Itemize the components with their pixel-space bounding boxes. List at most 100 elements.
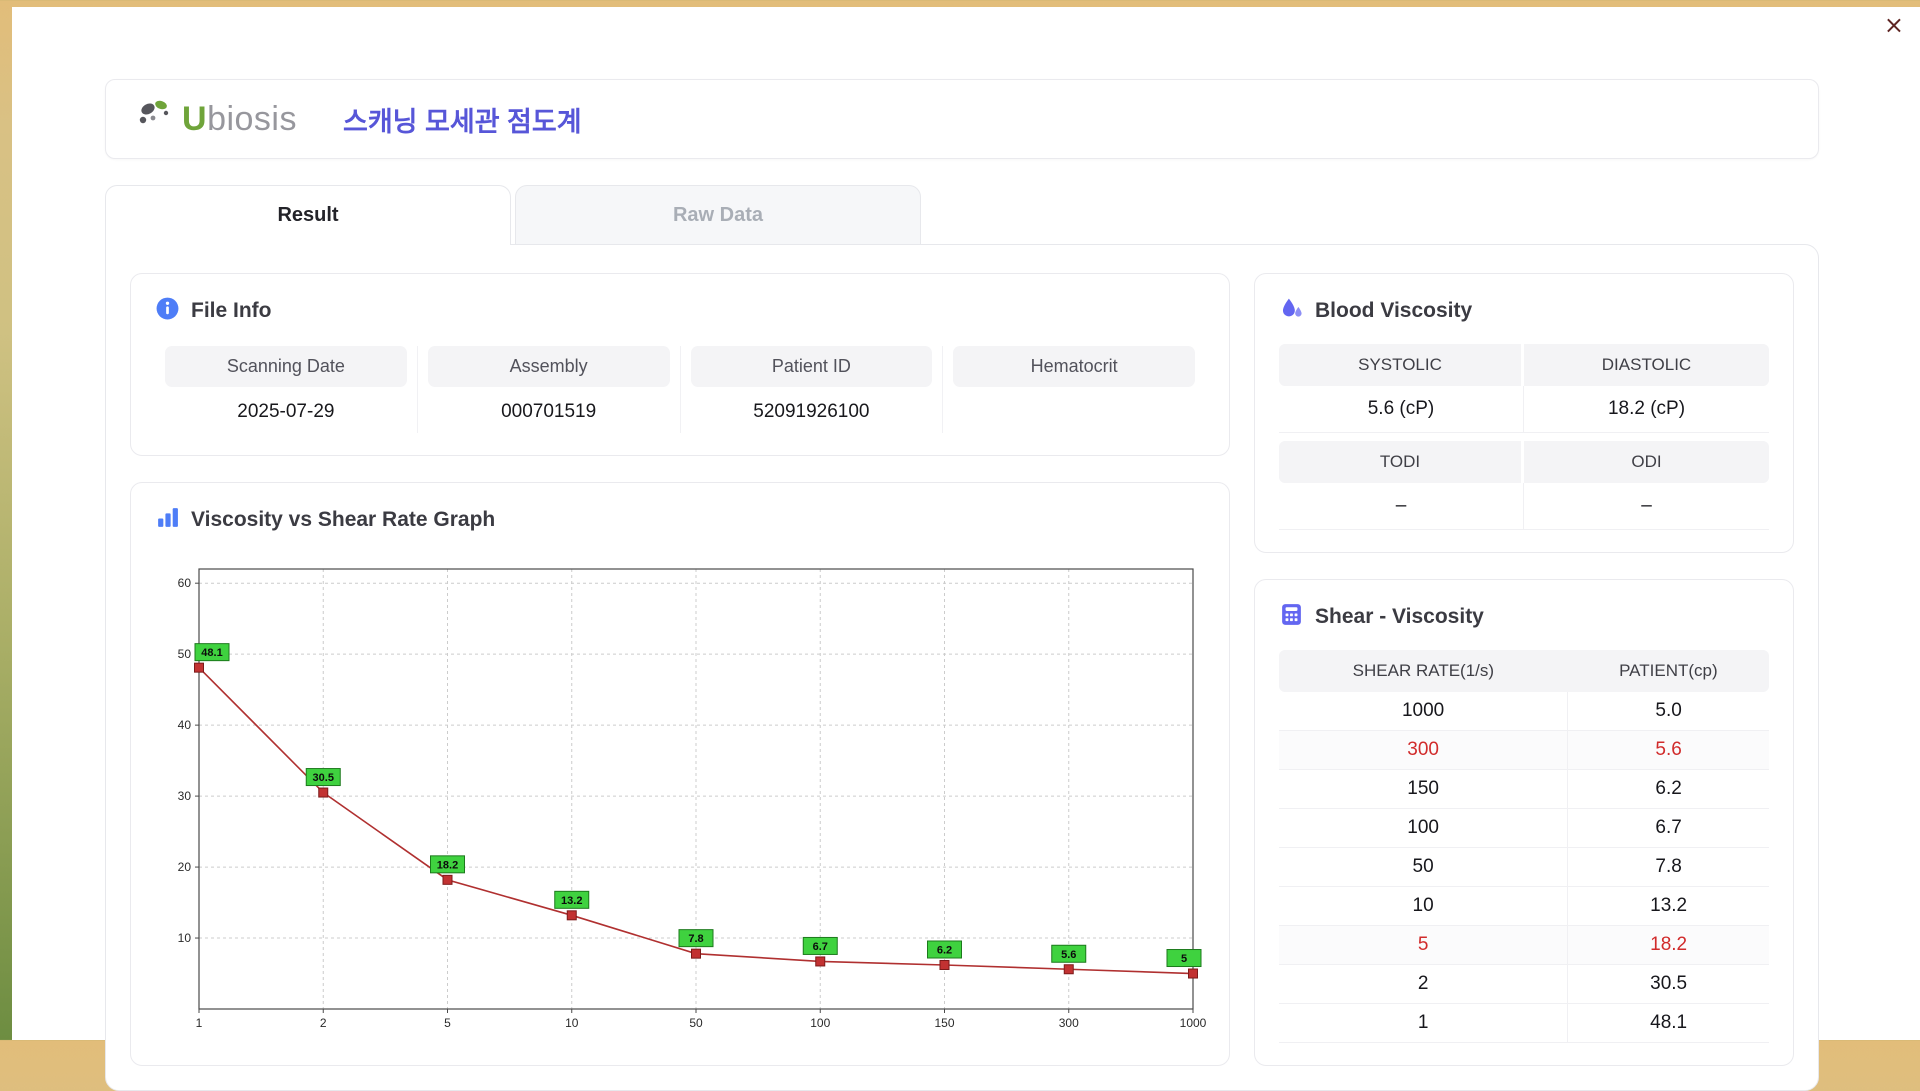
svg-text:100: 100 <box>810 1016 830 1030</box>
blood-viscosity-grid: SYSTOLIC DIASTOLIC 5.6 (cP) 18.2 (cP) TO… <box>1279 344 1769 530</box>
shear-rate-cell: 10 <box>1279 886 1569 926</box>
leaf-logo-icon <box>136 97 178 142</box>
table-row: 300 5.6 <box>1279 730 1769 770</box>
field-value: 52091926100 <box>753 401 870 422</box>
svg-text:20: 20 <box>178 860 192 874</box>
close-icon[interactable]: × <box>1884 13 1904 37</box>
svg-text:50: 50 <box>178 647 192 661</box>
svg-text:10: 10 <box>178 931 192 945</box>
info-icon <box>155 296 180 326</box>
systolic-header: SYSTOLIC <box>1279 344 1524 386</box>
shear-rate-cell: 100 <box>1279 808 1569 848</box>
patient-cell: 48.1 <box>1567 1003 1769 1043</box>
systolic-value: 5.6 (cP) <box>1279 386 1524 433</box>
svg-text:6.2: 6.2 <box>937 945 952 957</box>
todi-header: TODI <box>1279 441 1524 483</box>
shear-rate-cell: 300 <box>1279 730 1569 770</box>
patient-column-header: PATIENT(cp) <box>1567 650 1769 692</box>
table-row: 2 30.5 <box>1279 964 1769 1004</box>
svg-text:30.5: 30.5 <box>313 772 334 784</box>
patient-cell: 5.0 <box>1567 692 1769 731</box>
patient-cell: 7.8 <box>1567 847 1769 887</box>
table-row: 1000 5.0 <box>1279 692 1769 731</box>
file-info-title: File Info <box>191 299 272 322</box>
page-title: 스캐닝 모세관 점도계 <box>343 106 582 137</box>
patient-cell: 6.7 <box>1567 808 1769 848</box>
field-label: Assembly <box>427 346 670 387</box>
field-patient-id: Patient ID 52091926100 <box>681 346 944 433</box>
blood-viscosity-title: Blood Viscosity <box>1315 299 1473 322</box>
shear-rate-cell: 2 <box>1279 964 1569 1004</box>
shear-viscosity-title: Shear - Viscosity <box>1315 605 1484 628</box>
shear-rate-cell: 1 <box>1279 1003 1569 1043</box>
shear-rate-cell: 1000 <box>1279 692 1569 731</box>
main-container: Ubiosis 스캐닝 모세관 점도계 Result Raw Data File… <box>105 79 1819 1091</box>
svg-text:150: 150 <box>934 1016 954 1030</box>
table-header-row: SHEAR RATE(1/s) PATIENT(cp) <box>1279 650 1769 692</box>
brand-name: Ubiosis <box>182 99 297 138</box>
viscosity-chart-area: 10 20 30 40 50 60 1 2 5 10 50 100 150 300 1000 48.1 30.5… <box>155 551 1207 1041</box>
table-row: 50 7.8 <box>1279 847 1769 887</box>
svg-text:5: 5 <box>444 1016 451 1030</box>
table-row: 100 6.7 <box>1279 808 1769 848</box>
field-value <box>953 387 1195 433</box>
shear-rate-cell: 5 <box>1279 925 1569 965</box>
shear-rate-cell: 150 <box>1279 769 1569 809</box>
table-row: 10 13.2 <box>1279 886 1769 926</box>
bar-chart-icon <box>155 505 180 535</box>
patient-cell: 6.2 <box>1567 769 1769 809</box>
file-info-fields: Scanning Date 2025-07-29 Assembly 000701… <box>155 346 1205 433</box>
diastolic-header: DIASTOLIC <box>1524 344 1769 386</box>
svg-text:13.2: 13.2 <box>561 895 582 907</box>
svg-text:2: 2 <box>320 1016 327 1030</box>
svg-text:1000: 1000 <box>1180 1016 1207 1030</box>
field-value: 2025-07-29 <box>237 401 335 422</box>
file-info-card: File Info Scanning Date 2025-07-29 Assem… <box>130 273 1230 456</box>
svg-text:40: 40 <box>178 718 192 732</box>
viscosity-chart: 10 20 30 40 50 60 1 2 5 10 50 100 150 300 1000 48.1 30.5… <box>178 568 1207 1030</box>
svg-text:6.7: 6.7 <box>813 941 828 953</box>
svg-text:30: 30 <box>178 789 192 803</box>
svg-text:300: 300 <box>1059 1016 1079 1030</box>
svg-text:18.2: 18.2 <box>437 859 458 871</box>
graph-title: Viscosity vs Shear Rate Graph <box>191 508 496 531</box>
calculator-icon <box>1279 602 1304 632</box>
odi-value: – <box>1524 483 1769 530</box>
tab-raw-data[interactable]: Raw Data <box>515 185 921 245</box>
todi-value: – <box>1279 483 1524 530</box>
diastolic-value: 18.2 (cP) <box>1524 386 1769 433</box>
shear-rate-cell: 50 <box>1279 847 1569 887</box>
left-column: File Info Scanning Date 2025-07-29 Assem… <box>130 273 1230 1066</box>
svg-text:5.6: 5.6 <box>1061 949 1076 961</box>
patient-cell: 13.2 <box>1567 886 1769 926</box>
patient-cell: 18.2 <box>1567 925 1769 965</box>
patient-cell: 30.5 <box>1567 964 1769 1004</box>
svg-text:10: 10 <box>565 1016 579 1030</box>
ubiosis-logo: Ubiosis <box>136 97 297 142</box>
field-label: Scanning Date <box>165 346 407 387</box>
right-column: Blood Viscosity SYSTOLIC DIASTOLIC 5.6 (… <box>1254 273 1794 1066</box>
field-value: 000701519 <box>501 401 597 422</box>
patient-cell: 5.6 <box>1567 730 1769 770</box>
droplet-icon <box>1279 296 1304 326</box>
app-header: Ubiosis 스캐닝 모세관 점도계 <box>105 79 1819 159</box>
table-row: 5 18.2 <box>1279 925 1769 965</box>
svg-text:1: 1 <box>196 1016 203 1030</box>
tab-bar: Result Raw Data <box>105 185 1819 245</box>
field-scanning-date: Scanning Date 2025-07-29 <box>155 346 418 433</box>
tab-result[interactable]: Result <box>105 185 511 245</box>
svg-text:5: 5 <box>1181 953 1187 965</box>
svg-text:60: 60 <box>178 576 192 590</box>
result-panel: File Info Scanning Date 2025-07-29 Assem… <box>105 244 1819 1091</box>
field-label: Patient ID <box>690 346 933 387</box>
field-hematocrit: Hematocrit <box>943 346 1205 433</box>
svg-text:7.8: 7.8 <box>688 933 703 945</box>
table-row: 1 48.1 <box>1279 1003 1769 1043</box>
shear-viscosity-card: Shear - Viscosity SHEAR RATE(1/s) PATIEN… <box>1254 579 1794 1066</box>
field-label: Hematocrit <box>953 346 1195 387</box>
svg-text:48.1: 48.1 <box>201 647 222 659</box>
app-window: × Ubiosis 스캐닝 모세관 점도계 Result Raw Data Fi… <box>12 7 1920 1091</box>
blood-viscosity-card: Blood Viscosity SYSTOLIC DIASTOLIC 5.6 (… <box>1254 273 1794 553</box>
shear-viscosity-body: 1000 5.0 300 5.6 150 6.2 100 6.7 50 7.8 10 13.2 5 18.… <box>1279 692 1769 1043</box>
svg-text:50: 50 <box>689 1016 703 1030</box>
